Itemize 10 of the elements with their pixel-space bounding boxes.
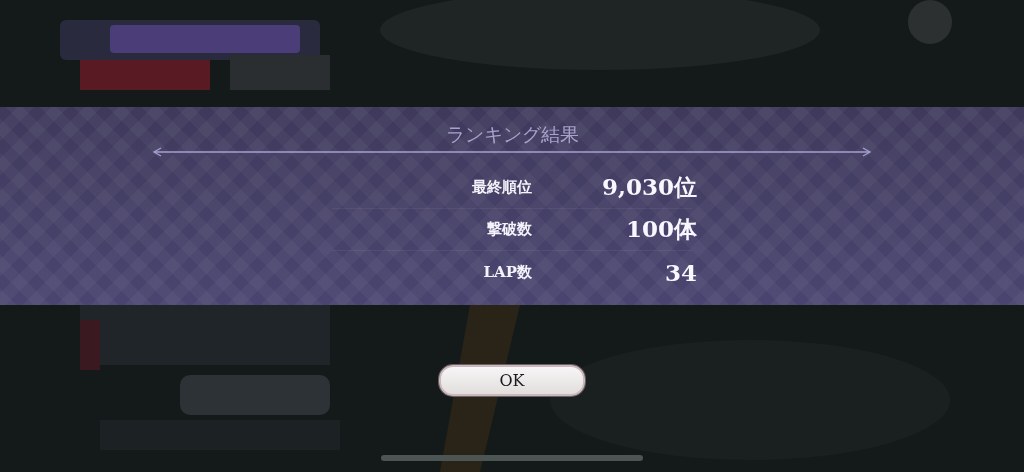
divider-arrow-icon <box>152 147 872 157</box>
stat-label: LAP数 <box>483 262 532 282</box>
home-indicator[interactable] <box>381 455 643 461</box>
dialog-title: ランキング結果 <box>445 122 579 147</box>
stat-value: 9,030位 <box>601 172 697 202</box>
stat-label: 最終順位 <box>472 178 532 197</box>
stat-label: 撃破数 <box>487 220 532 239</box>
stat-value: 100体 <box>626 214 697 244</box>
ok-button[interactable]: OK <box>439 365 585 396</box>
stat-value: 34 <box>665 258 697 286</box>
